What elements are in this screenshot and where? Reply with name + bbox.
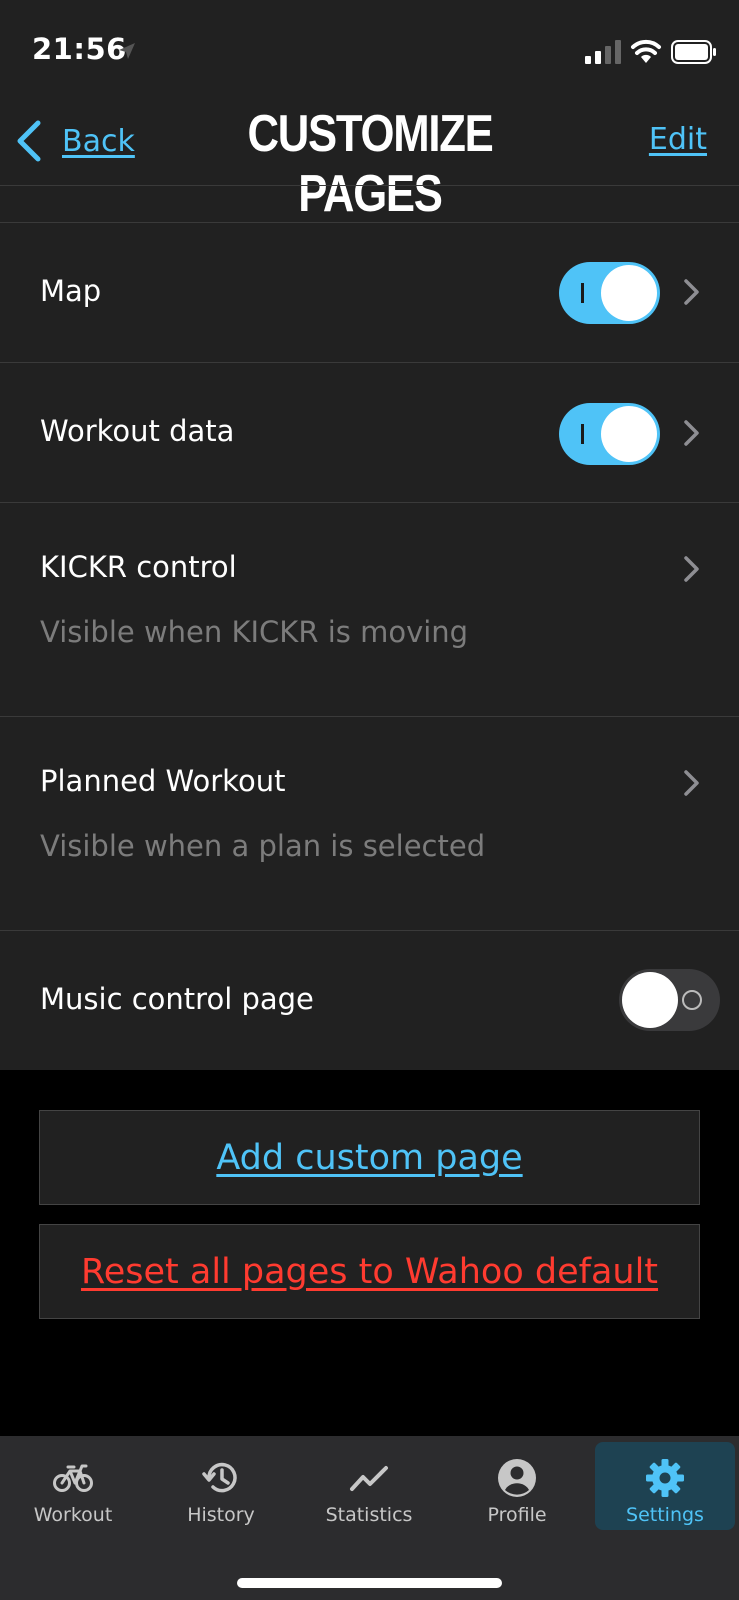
map-toggle[interactable] <box>559 262 660 324</box>
add-custom-page-label: Add custom page <box>216 1137 523 1178</box>
page-label: Music control page <box>40 982 314 1016</box>
add-custom-page-button[interactable]: Add custom page <box>39 1110 700 1205</box>
tab-label: History <box>187 1504 255 1526</box>
bike-icon <box>53 1464 93 1492</box>
statistics-icon <box>350 1466 388 1491</box>
chevron-left-icon <box>17 120 41 162</box>
location-arrow-icon <box>119 43 135 59</box>
toggle-on-mark <box>581 424 584 444</box>
page-row-workout-data[interactable]: Workout data <box>0 362 739 502</box>
page-row-music-control[interactable]: Music control page <box>0 930 739 1070</box>
toggle-knob <box>601 265 657 321</box>
tab-history[interactable]: History <box>151 1442 291 1530</box>
toggle-knob <box>601 406 657 462</box>
toggle-on-mark <box>581 283 584 303</box>
history-icon <box>202 1462 237 1493</box>
tab-workout[interactable]: Workout <box>3 1442 143 1530</box>
chevron-right-icon <box>684 556 699 582</box>
workout-data-toggle[interactable] <box>559 403 660 465</box>
page-label: KICKR control <box>40 550 237 584</box>
toggle-off-mark <box>682 990 702 1010</box>
page-row-map[interactable]: Map <box>0 222 739 362</box>
tab-settings[interactable]: Settings <box>595 1442 735 1530</box>
tab-label: Statistics <box>325 1504 413 1526</box>
back-button[interactable]: Back <box>14 118 135 164</box>
page-label: Map <box>40 274 102 308</box>
tab-bar: Workout History Statistics Profile Setti… <box>0 1436 739 1600</box>
tab-label: Workout <box>33 1504 113 1526</box>
page-label: Planned Workout <box>40 764 286 798</box>
page-title: CUSTOMIZE PAGES <box>247 105 493 223</box>
wifi-icon <box>631 39 661 63</box>
divider <box>0 185 739 186</box>
page-subtitle: Visible when KICKR is moving <box>40 615 469 649</box>
gear-icon <box>646 1459 684 1497</box>
reset-pages-button[interactable]: Reset all pages to Wahoo default <box>39 1224 700 1319</box>
profile-icon <box>498 1459 536 1497</box>
status-time: 21:56 <box>32 32 127 66</box>
page-row-planned-workout[interactable]: Planned Workout Visible when a plan is s… <box>0 716 739 930</box>
reset-pages-label: Reset all pages to Wahoo default <box>80 1251 659 1292</box>
toggle-knob <box>622 972 678 1028</box>
content-panel: 21:56 Back CUSTOMIZE PAGES Edit Map Work… <box>0 0 739 1070</box>
edit-button[interactable]: Edit <box>649 122 707 157</box>
chevron-right-icon <box>684 420 699 446</box>
battery-icon <box>671 40 716 64</box>
page-subtitle: Visible when a plan is selected <box>40 829 486 863</box>
chevron-right-icon <box>684 770 699 796</box>
home-indicator <box>237 1578 502 1588</box>
page-label: Workout data <box>40 414 235 448</box>
music-control-toggle[interactable] <box>619 969 720 1031</box>
page-row-kickr-control[interactable]: KICKR control Visible when KICKR is movi… <box>0 502 739 716</box>
back-label: Back <box>62 123 135 159</box>
chevron-right-icon <box>684 279 699 305</box>
tab-profile[interactable]: Profile <box>447 1442 587 1530</box>
tab-label: Settings <box>626 1504 704 1526</box>
cellular-signal-icon <box>585 40 621 64</box>
tab-statistics[interactable]: Statistics <box>299 1442 439 1530</box>
tab-label: Profile <box>487 1504 547 1526</box>
